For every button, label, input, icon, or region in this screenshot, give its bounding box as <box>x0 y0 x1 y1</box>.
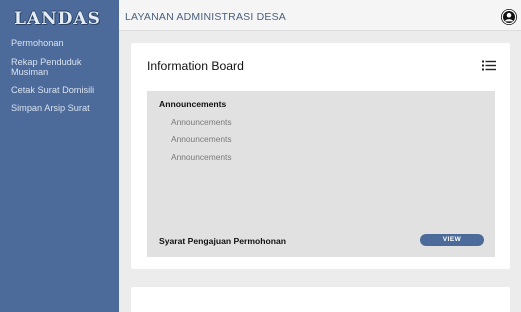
list-item: Announcements <box>171 151 232 162</box>
announcements-heading: Announcements <box>159 99 227 109</box>
user-circle-icon[interactable] <box>501 9 517 25</box>
sidebar-item-cetak-surat-domisili[interactable]: Cetak Surat Domisili <box>11 85 115 95</box>
secondary-card <box>131 287 510 312</box>
list-item: Announcements <box>171 117 232 127</box>
sidebar-item-simpan-arsip-surat[interactable]: Simpan Arsip Surat <box>11 103 115 113</box>
announcements-panel: Announcements Announcements Announcement… <box>147 91 495 257</box>
sidebar-item-rekap-penduduk-musiman[interactable]: Rekap Penduduk Musiman <box>11 57 115 77</box>
announcements-list: Announcements Announcements Announcement… <box>171 117 232 169</box>
information-board-card: Information Board Announcements Announce… <box>131 43 510 269</box>
sidebar-item-permohonan[interactable]: Permohonan <box>11 38 115 48</box>
page-title: LAYANAN ADMINISTRASI DESA <box>125 11 286 23</box>
information-board-title: Information Board <box>147 59 244 73</box>
view-button[interactable]: VIEW <box>420 234 484 246</box>
top-bar: LAYANAN ADMINISTRASI DESA <box>119 0 521 31</box>
list-icon-graphic <box>482 60 496 71</box>
app-root: LANDAS Permohonan Rekap Penduduk Musiman… <box>0 0 521 312</box>
user-icon-graphic <box>501 9 517 25</box>
list-icon[interactable] <box>482 58 496 71</box>
sidebar-nav: Permohonan Rekap Penduduk Musiman Cetak … <box>11 38 115 121</box>
sidebar: LANDAS Permohonan Rekap Penduduk Musiman… <box>0 0 119 312</box>
list-item: Announcements <box>171 134 232 145</box>
requirements-label: Syarat Pengajuan Permohonan <box>159 236 287 246</box>
app-logo: LANDAS <box>14 9 101 29</box>
